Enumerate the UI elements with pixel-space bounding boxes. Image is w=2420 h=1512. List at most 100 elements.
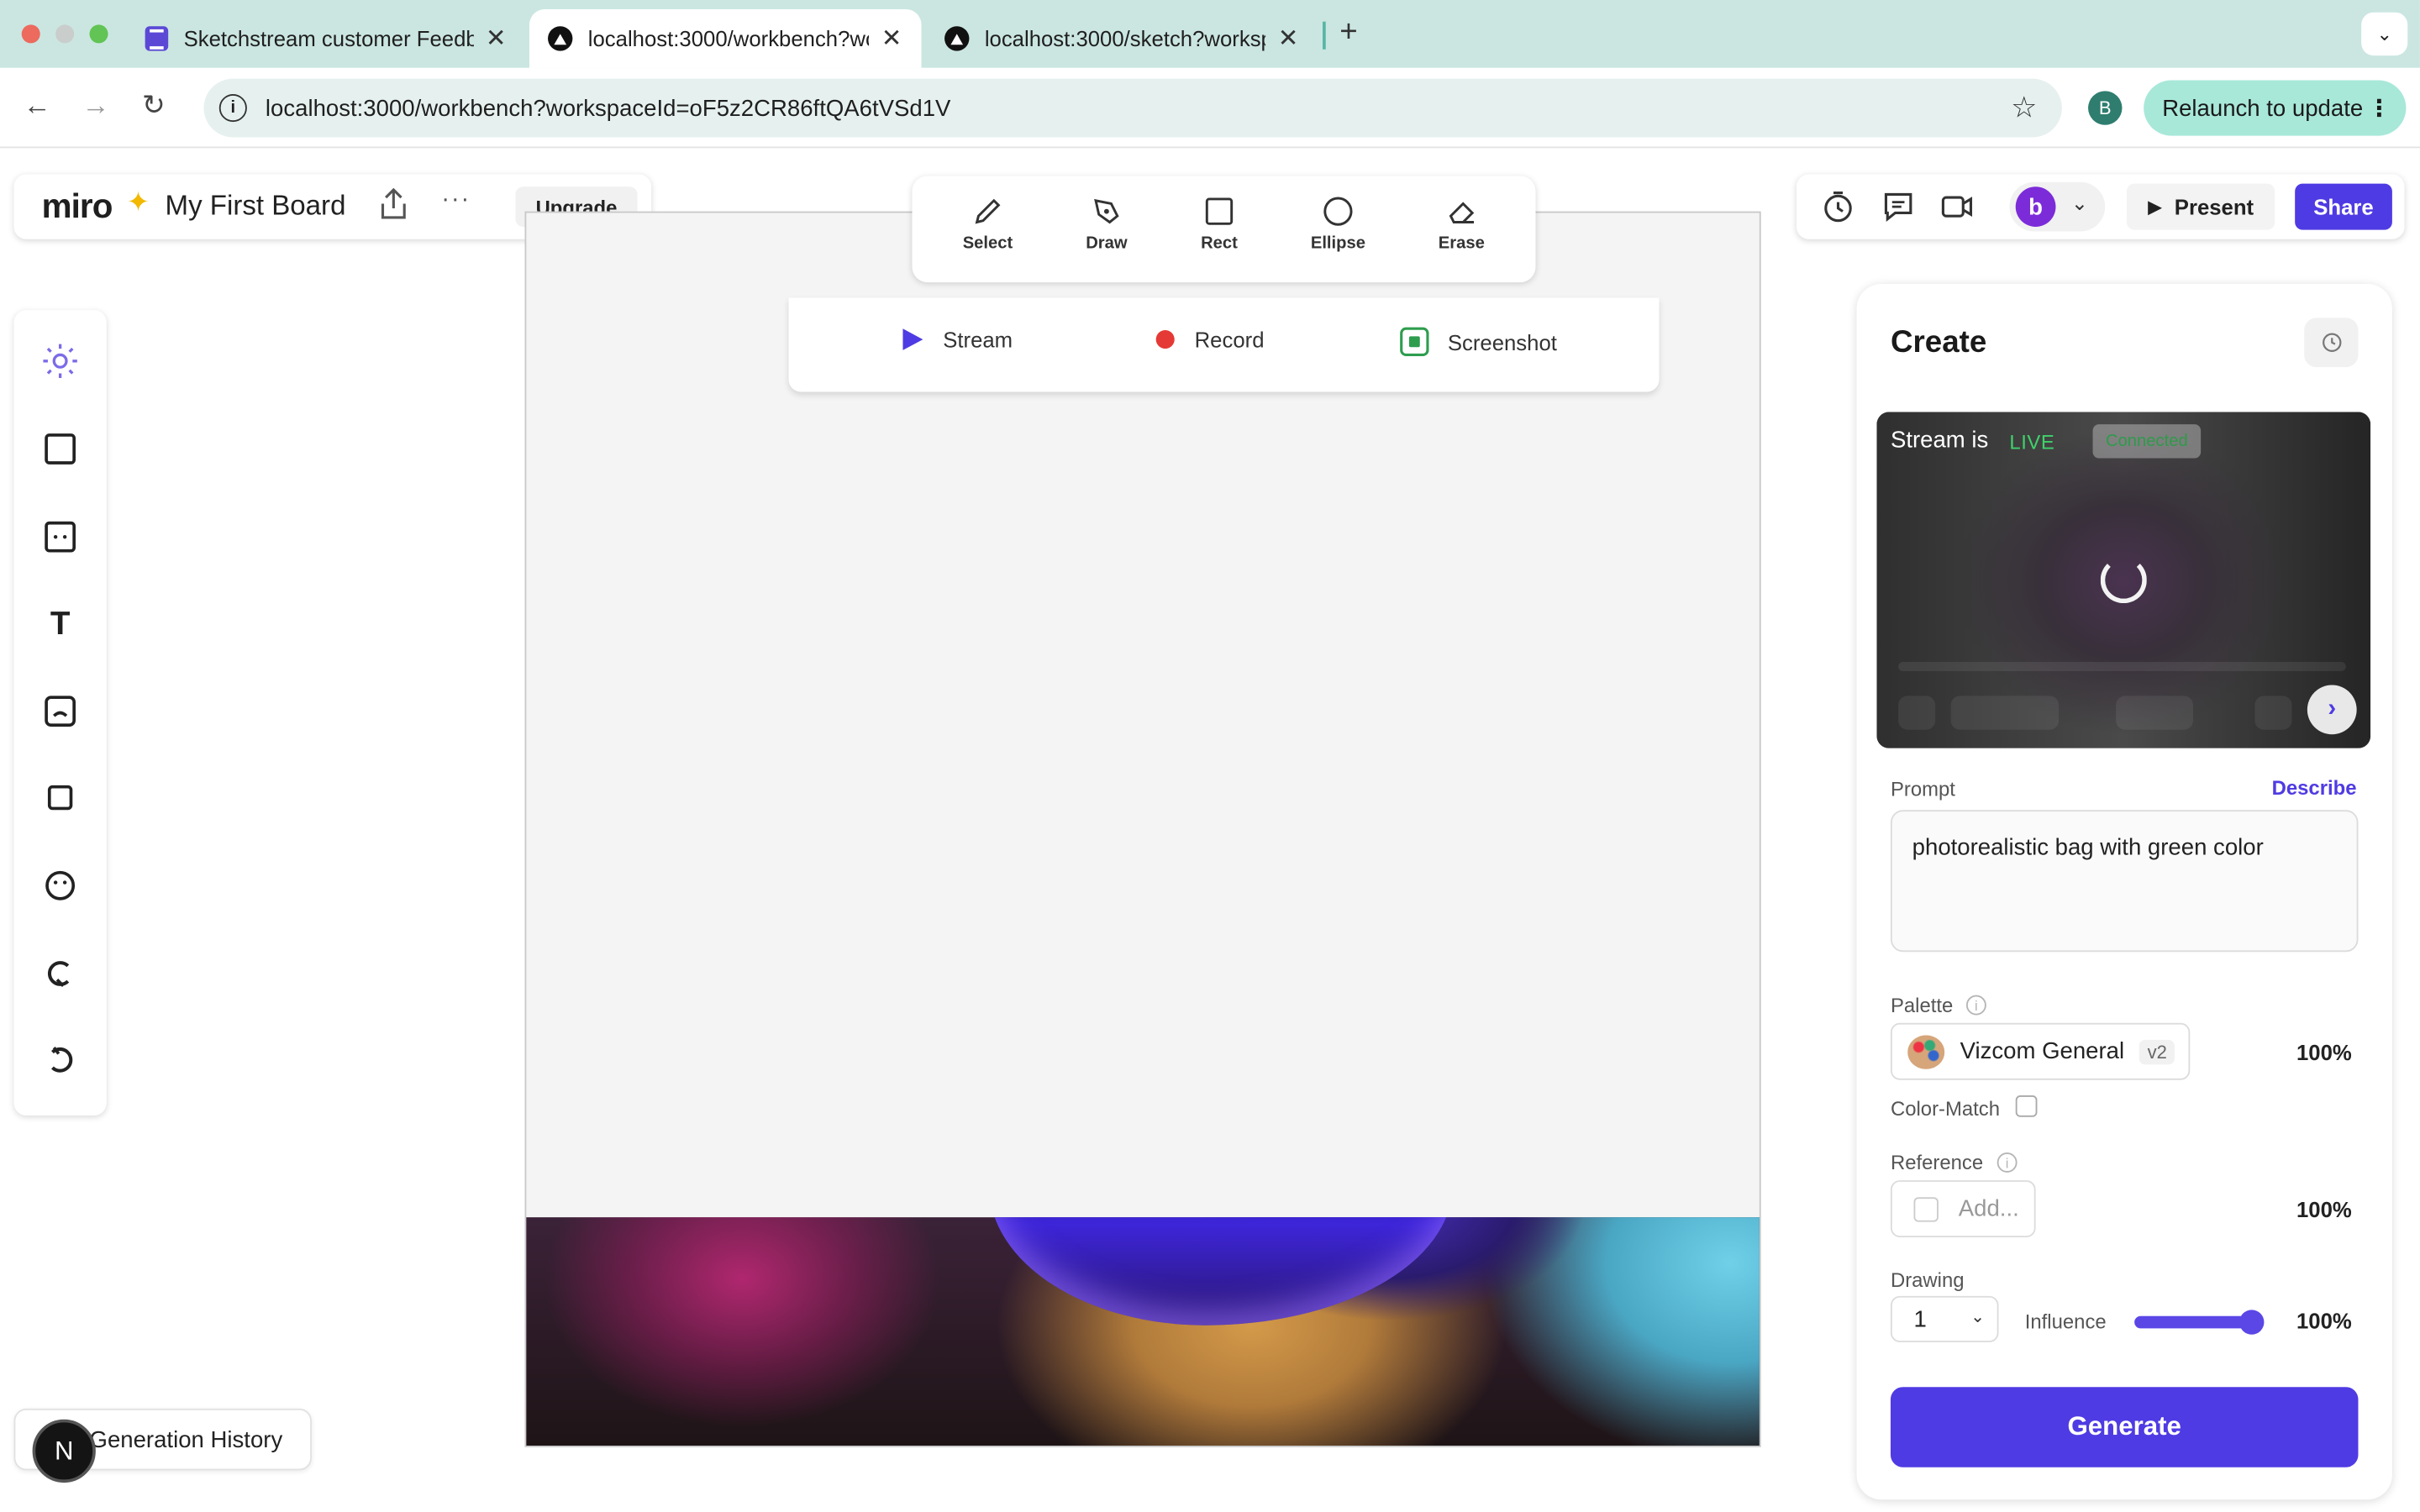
user-avatar: b	[2015, 186, 2056, 227]
reference-placeholder: Add...	[1958, 1195, 2019, 1222]
screenshot-button[interactable]: Screenshot	[1400, 327, 1557, 357]
relaunch-label: Relaunch to update	[2162, 94, 2364, 122]
more-options-icon[interactable]: ···	[441, 186, 471, 214]
eraser-icon	[1449, 202, 1475, 223]
left-tool-rail: T	[13, 310, 107, 1116]
select-tool[interactable]: Select	[941, 194, 1034, 265]
close-tab-icon[interactable]: ✕	[881, 24, 902, 55]
new-tab-plus-icon[interactable]: +	[1339, 15, 1357, 50]
color-match-label: Color-Match	[1890, 1096, 2000, 1121]
address-bar[interactable]: i localhost:3000/workbench?workspaceId=o…	[203, 78, 2062, 138]
reference-label: Reference	[1890, 1151, 1984, 1174]
prompt-label: Prompt	[1890, 777, 1955, 801]
template-square-icon[interactable]	[40, 517, 81, 557]
export-icon[interactable]	[378, 186, 409, 220]
share-button[interactable]: Share	[2295, 183, 2392, 230]
collaborators-menu[interactable]: b ⌄	[2009, 181, 2106, 232]
chevron-right-icon[interactable]: ›	[2307, 685, 2357, 735]
nextjs-dev-badge[interactable]: N	[32, 1419, 96, 1483]
reference-strength: 100%	[2296, 1197, 2352, 1222]
text-tool-icon[interactable]: T	[40, 605, 81, 645]
sparkle-icon: ✦	[126, 186, 150, 218]
browser-tab-sketch[interactable]: localhost:3000/sketch?workspace ✕	[926, 9, 1324, 68]
board-title[interactable]: My First Board	[166, 190, 346, 223]
palette-strength: 100%	[2296, 1039, 2352, 1065]
erase-tool-label: Erase	[1438, 234, 1485, 254]
erase-tool[interactable]: Erase	[1415, 194, 1507, 265]
tab-title: localhost:3000/workbench?workspaceId	[587, 26, 870, 51]
vercel-icon	[548, 26, 573, 51]
preview-progress-bar	[1898, 661, 2346, 671]
bookmark-star-icon[interactable]: ☆	[2011, 91, 2037, 126]
emoji-face-icon[interactable]	[40, 865, 81, 906]
ai-sun-icon[interactable]	[40, 341, 81, 381]
timer-icon[interactable]	[1821, 190, 1854, 223]
redo-curve-icon[interactable]	[40, 1040, 81, 1080]
frame-square-icon[interactable]	[40, 429, 81, 470]
play-icon	[902, 328, 923, 350]
drawing-value: 1	[1913, 1305, 1927, 1332]
drawing-label: Drawing	[1890, 1268, 1965, 1292]
history-clock-button[interactable]	[2304, 318, 2359, 368]
shape-small-square-icon[interactable]	[40, 778, 81, 818]
ellipse-tool[interactable]: Ellipse	[1292, 194, 1384, 265]
circle-icon	[1323, 197, 1353, 226]
maximize-window-button[interactable]	[89, 24, 108, 44]
live-stream-preview: Stream is LIVE Connected ›	[1876, 412, 2371, 748]
pencil-icon	[975, 198, 1001, 224]
screenshot-icon	[1400, 327, 1429, 357]
info-icon[interactable]: i	[1996, 1152, 2018, 1173]
palette-select[interactable]: Vizcom General v2	[1890, 1022, 2191, 1080]
miro-logo[interactable]: miro	[42, 186, 113, 227]
palette-version-badge: v2	[2139, 1039, 2175, 1064]
close-tab-icon[interactable]: ✕	[1278, 24, 1299, 55]
site-info-icon[interactable]: i	[218, 94, 247, 123]
record-button[interactable]: Record	[1155, 327, 1265, 352]
image-placeholder-icon	[1913, 1196, 1939, 1221]
reference-add-button[interactable]: Add...	[1890, 1180, 2036, 1238]
video-camera-icon[interactable]	[1940, 190, 1974, 223]
relaunch-button[interactable]: Relaunch to update ⋮	[2144, 80, 2407, 136]
clock-icon	[2322, 333, 2341, 352]
chevron-down-icon: ⌄	[1970, 1308, 1985, 1327]
play-icon: ▶	[2148, 196, 2163, 218]
browser-tab-workbench[interactable]: localhost:3000/workbench?workspaceId ✕	[529, 9, 922, 68]
browser-tab-feedback[interactable]: Sketchstream customer Feedback ✕	[127, 9, 525, 68]
rect-tool[interactable]: Rect	[1173, 194, 1265, 265]
kebab-menu-icon[interactable]: ⋮	[2367, 94, 2391, 122]
sticky-note-icon[interactable]	[40, 691, 81, 732]
undo-curve-icon[interactable]	[40, 953, 81, 994]
comment-icon[interactable]	[1881, 190, 1915, 223]
prompt-input[interactable]: photorealistic bag with green color	[1890, 810, 2359, 953]
browser-profile-avatar[interactable]: B	[2088, 91, 2123, 125]
panel-title: Create	[1890, 325, 1987, 360]
app-area: miro ✦ My First Board ··· Upgrade T Sele…	[0, 150, 2420, 1512]
influence-slider[interactable]	[2134, 1310, 2265, 1335]
preview-chip	[1898, 696, 1936, 730]
bag-shape	[989, 1217, 1453, 1326]
drawing-canvas[interactable]	[524, 211, 1761, 1447]
minimize-window-button[interactable]	[55, 24, 75, 44]
close-window-button[interactable]	[21, 24, 40, 44]
back-arrow-icon[interactable]: ←	[24, 90, 51, 123]
drawing-select[interactable]: 1 ⌄	[1890, 1295, 1999, 1342]
slider-fill	[2134, 1315, 2252, 1329]
reload-icon[interactable]: ↻	[142, 90, 166, 123]
describe-link[interactable]: Describe	[2272, 776, 2357, 800]
tab-search-chevron-icon[interactable]: ⌄	[2361, 12, 2408, 56]
generate-button[interactable]: Generate	[1890, 1387, 2359, 1467]
forward-arrow-icon[interactable]: →	[82, 90, 109, 123]
present-button[interactable]: ▶ Present	[2126, 183, 2275, 230]
draw-tool[interactable]: Draw	[1060, 194, 1153, 265]
vercel-icon	[944, 26, 970, 51]
info-icon[interactable]: i	[1965, 995, 1986, 1016]
color-match-checkbox[interactable]	[2015, 1095, 2038, 1117]
palette-icon	[1907, 1034, 1945, 1068]
create-panel: Create Stream is LIVE Connected › Prompt…	[1856, 283, 2392, 1500]
tab-title: Sketchstream customer Feedback	[183, 26, 474, 51]
preview-chip	[2254, 696, 2292, 730]
stream-button[interactable]: Stream	[902, 327, 1013, 352]
stream-controls-bar: Stream Record Screenshot	[788, 297, 1660, 392]
slider-thumb[interactable]	[2239, 1310, 2265, 1335]
close-tab-icon[interactable]: ✕	[486, 24, 507, 55]
